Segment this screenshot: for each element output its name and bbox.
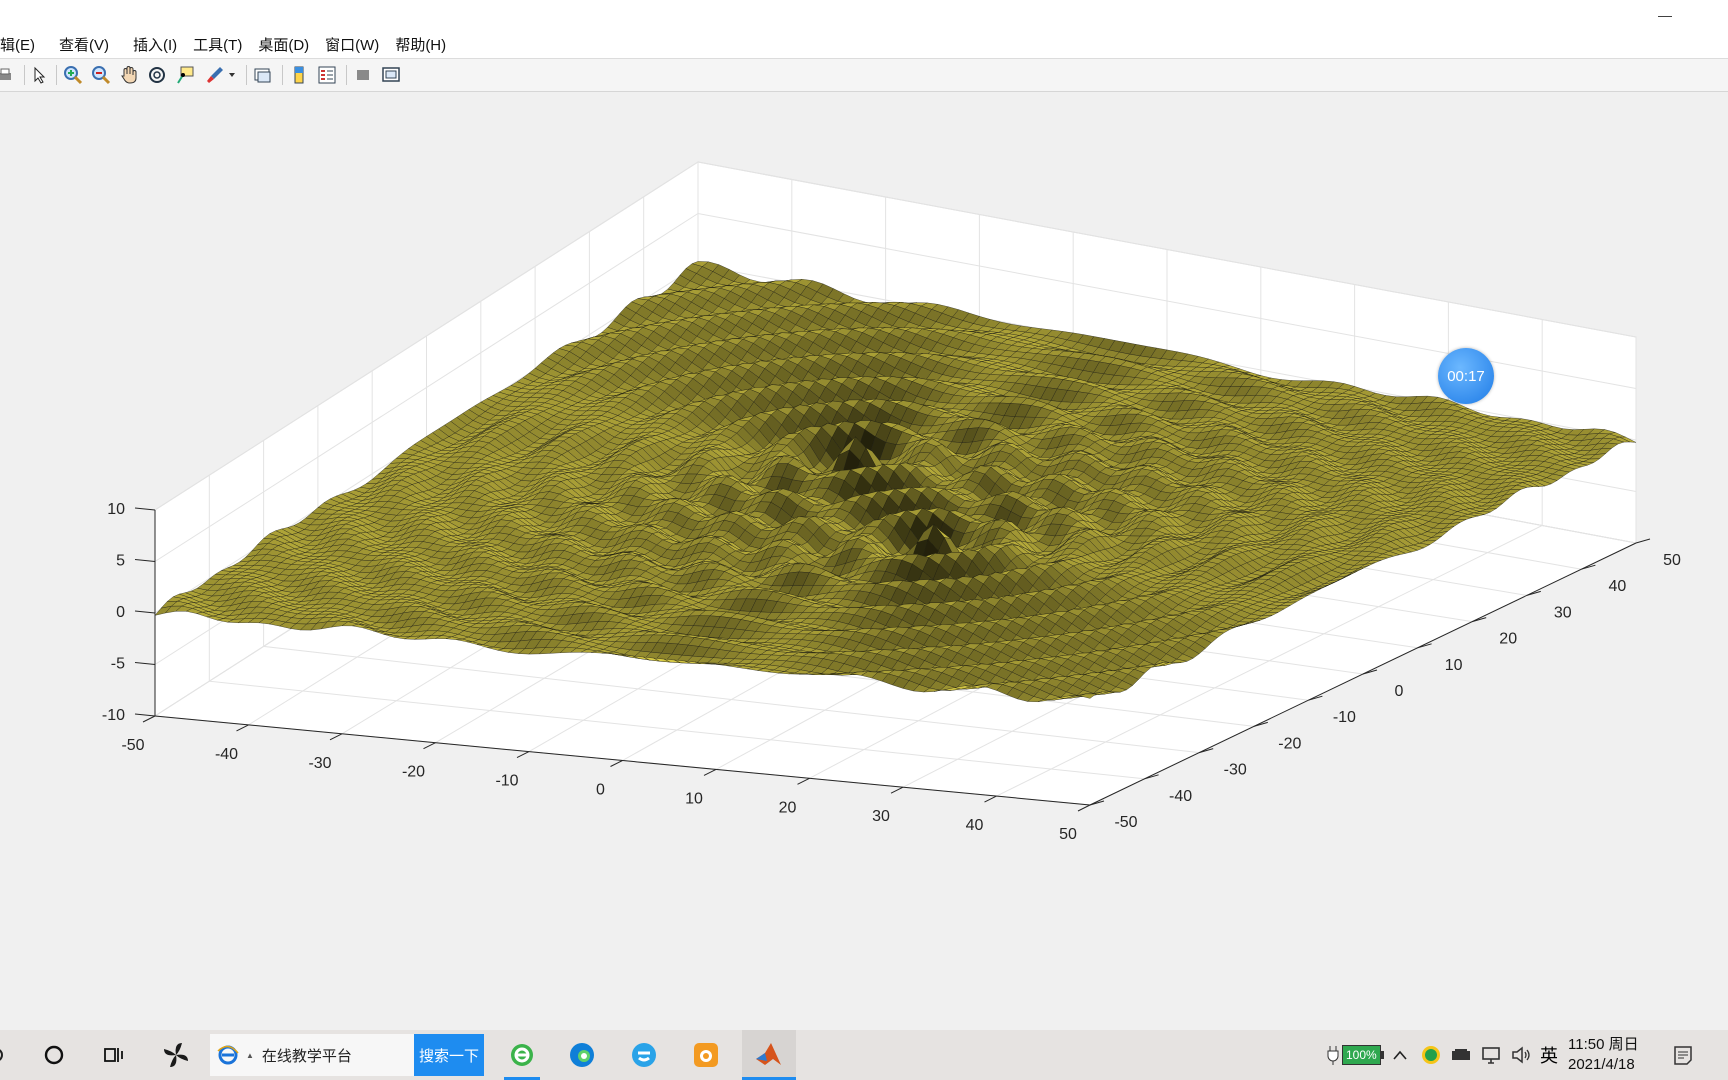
pan-hand-icon[interactable] bbox=[118, 64, 140, 86]
menu-bar: 辑(E) 查看(V) 插入(I) 工具(T) 桌面(D) 窗口(W) 帮助(H) bbox=[0, 30, 1728, 59]
link-plot-icon[interactable] bbox=[252, 64, 274, 86]
show-plot-tools-icon[interactable] bbox=[380, 64, 402, 86]
legend-icon[interactable] bbox=[316, 64, 338, 86]
minimize-button[interactable]: — bbox=[1642, 0, 1688, 30]
figure-toolbar bbox=[0, 59, 1728, 92]
rotate-3d-icon[interactable] bbox=[146, 64, 168, 86]
toolbar-separator bbox=[282, 65, 283, 85]
figure-canvas[interactable]: -50 -40 -30 -20 -10 0 10 20 30 40 50 -50 -40 -30 -20-… bbox=[0, 92, 1728, 1030]
chevron-down-icon[interactable] bbox=[226, 64, 238, 86]
menu-view[interactable]: 查看(V) bbox=[43, 34, 117, 55]
menu-edit[interactable]: 辑(E) bbox=[0, 34, 43, 55]
brush-icon[interactable] bbox=[204, 64, 226, 86]
menu-insert[interactable]: 插入(I) bbox=[117, 34, 185, 55]
surface-plot[interactable]: -50-40-30-20-1001020304050 -50-40-30-20-… bbox=[0, 92, 1728, 1030]
zoom-out-icon[interactable] bbox=[90, 64, 112, 86]
toolbar-separator bbox=[346, 65, 347, 85]
zoom-in-icon[interactable] bbox=[62, 64, 84, 86]
toolbar-separator bbox=[24, 65, 25, 85]
hide-plot-tools-icon[interactable] bbox=[352, 64, 374, 86]
menu-help[interactable]: 帮助(H) bbox=[387, 34, 454, 55]
data-cursor-icon[interactable] bbox=[174, 64, 196, 86]
menu-tools[interactable]: 工具(T) bbox=[185, 34, 250, 55]
window-title-bar: — bbox=[0, 0, 1728, 30]
pointer-icon[interactable] bbox=[28, 64, 50, 86]
print-icon[interactable] bbox=[0, 64, 16, 86]
menu-desktop[interactable]: 桌面(D) bbox=[250, 34, 317, 55]
toolbar-separator bbox=[56, 65, 57, 85]
toolbar-separator bbox=[246, 65, 247, 85]
colorbar-icon[interactable] bbox=[288, 64, 310, 86]
menu-window[interactable]: 窗口(W) bbox=[317, 34, 387, 55]
